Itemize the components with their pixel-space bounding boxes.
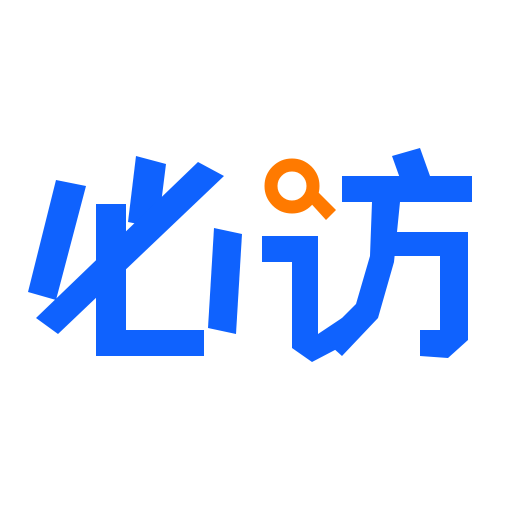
app-logo	[28, 148, 472, 362]
fang-left-sweep	[322, 202, 400, 356]
app-logo-canvas: 必访	[0, 0, 512, 512]
magnifier-dot-icon	[264, 158, 336, 220]
fang-right-hook	[394, 232, 468, 358]
logo-char-fang	[262, 148, 472, 362]
logo-wordmark	[28, 148, 472, 362]
fang-horizontal-bar	[342, 176, 472, 202]
magnifier-ring	[264, 158, 320, 214]
logo-char-bi	[28, 156, 242, 356]
bi-right-dot	[208, 228, 242, 334]
